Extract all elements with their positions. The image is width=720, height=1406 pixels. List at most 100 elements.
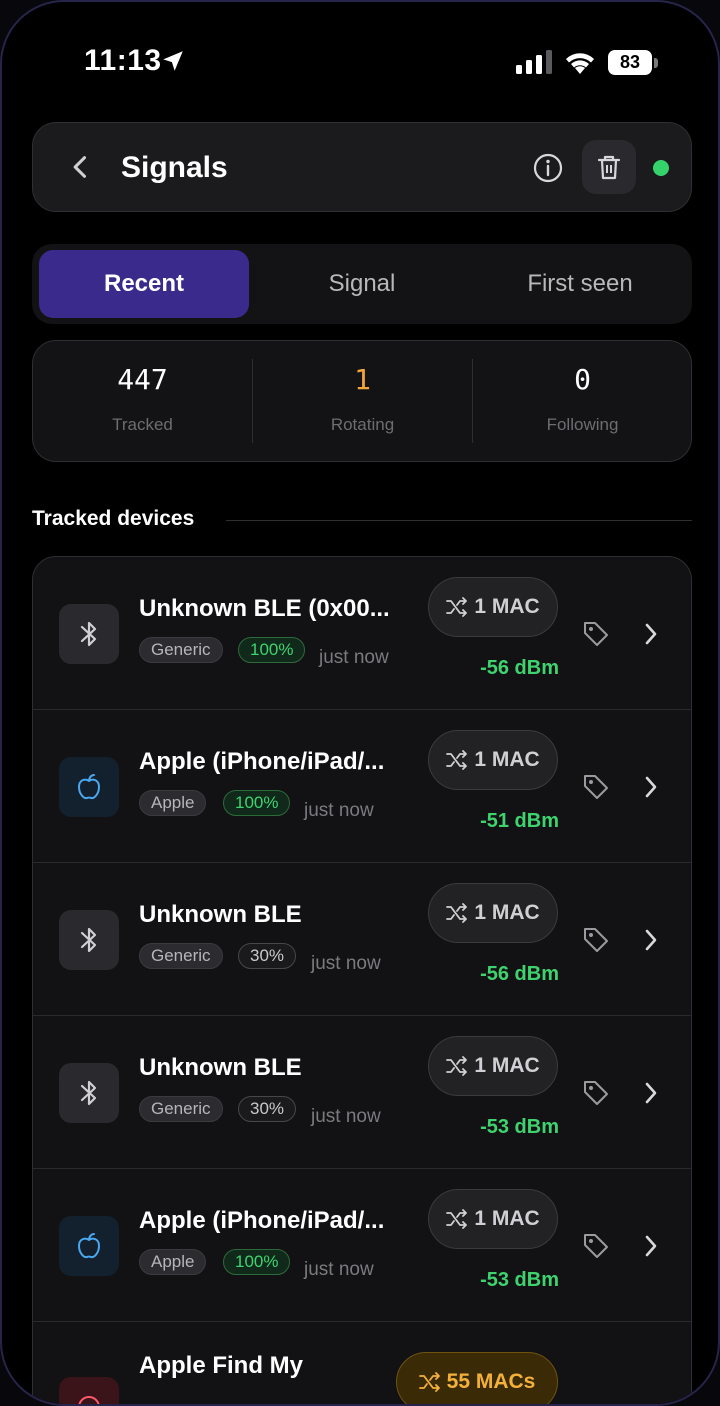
mac-count-pill[interactable]: 1 MAC — [428, 1036, 558, 1096]
confidence-badge: 100% — [223, 790, 291, 816]
battery-indicator: 83 — [608, 50, 652, 75]
section-divider — [226, 520, 692, 521]
last-seen: just now — [304, 1259, 374, 1280]
mac-count: 1 MAC — [474, 901, 540, 924]
shuffle-icon — [446, 597, 468, 617]
last-seen: just now — [319, 647, 389, 668]
bluetooth-icon — [80, 1080, 97, 1106]
tab-recent[interactable]: Recent — [39, 250, 249, 318]
mac-count: 1 MAC — [474, 1207, 540, 1230]
shuffle-icon — [446, 750, 468, 770]
chevron-right-icon[interactable] — [639, 927, 663, 953]
device-name: Apple (iPhone/iPad/... — [139, 1207, 385, 1234]
tab-first-seen[interactable]: First seen — [475, 250, 685, 318]
apple-icon — [78, 774, 100, 800]
stats-panel: 447 Tracked 1 Rotating 0 Following — [32, 340, 692, 462]
bluetooth-icon — [80, 621, 97, 647]
vendor-badge: Generic — [139, 943, 223, 969]
header-bar: Signals — [32, 122, 692, 212]
tab-signal[interactable]: Signal — [257, 250, 467, 318]
stat-label: Rotating — [330, 415, 395, 434]
confidence-badge: 100% — [238, 637, 306, 663]
findmy-icon — [78, 1396, 100, 1404]
device-name: Unknown BLE — [139, 1054, 302, 1081]
tag-icon[interactable] — [581, 1078, 611, 1108]
stat-rotating: 1 Rotating — [253, 341, 472, 461]
mac-count: 55 MACs — [446, 1370, 536, 1393]
wifi-icon — [566, 53, 594, 74]
bluetooth-icon — [80, 927, 97, 953]
last-seen: just now — [311, 1106, 381, 1127]
mac-count-pill[interactable]: 1 MAC — [428, 883, 558, 943]
confidence-badge: 30% — [238, 943, 297, 969]
shuffle-icon — [418, 1372, 440, 1392]
delete-button[interactable] — [582, 140, 636, 194]
chevron-right-icon[interactable] — [639, 1080, 663, 1106]
rssi-value: -53 dBm — [480, 1116, 559, 1138]
trash-icon — [597, 155, 621, 180]
device-name: Unknown BLE — [139, 901, 302, 928]
stat-value: 1 — [354, 363, 371, 396]
shuffle-icon — [446, 903, 468, 923]
tag-icon[interactable] — [581, 925, 611, 955]
rssi-value: -53 dBm — [480, 1269, 559, 1291]
device-name: Unknown BLE (0x00... — [139, 595, 390, 622]
device-icon-tile — [59, 1216, 119, 1276]
device-list: Unknown BLE (0x00... Generic 100% just n… — [32, 556, 692, 1404]
stat-label: Following — [546, 415, 619, 434]
tag-icon[interactable] — [581, 1231, 611, 1261]
mac-count: 1 MAC — [474, 1054, 540, 1077]
chevron-right-icon[interactable] — [639, 621, 663, 647]
mac-count-pill[interactable]: 1 MAC — [428, 577, 558, 637]
last-seen: just now — [304, 800, 374, 821]
chevron-right-icon[interactable] — [639, 1233, 663, 1259]
rssi-value: -51 dBm — [480, 810, 559, 832]
last-seen: just now — [311, 953, 381, 974]
tag-icon[interactable] — [581, 772, 611, 802]
mac-count: 1 MAC — [474, 748, 540, 771]
stat-tracked: 447 Tracked — [33, 341, 252, 461]
mac-count-pill[interactable]: 55 MACs — [396, 1352, 558, 1404]
rssi-value: -56 dBm — [480, 963, 559, 985]
mac-count: 1 MAC — [474, 595, 540, 618]
vendor-badge: Generic — [139, 637, 223, 663]
section-title: Tracked devices — [32, 507, 195, 530]
mac-count-pill[interactable]: 1 MAC — [428, 730, 558, 790]
stat-following: 0 Following — [473, 341, 692, 461]
status-bar: 11:13 83 — [2, 2, 718, 112]
rssi-value: -56 dBm — [480, 657, 559, 679]
mac-count-pill[interactable]: 1 MAC — [428, 1189, 558, 1249]
device-row[interactable]: Apple (iPhone/iPad/... Apple 100% just n… — [33, 1169, 691, 1322]
device-icon-tile — [59, 1063, 119, 1123]
vendor-badge: Generic — [139, 1096, 223, 1122]
phone-screen: 11:13 83 Signals Recent Signal First see… — [0, 0, 720, 1406]
info-icon[interactable] — [531, 151, 565, 185]
back-chevron-icon[interactable] — [67, 153, 95, 181]
vendor-badge: Apple — [139, 790, 207, 816]
device-icon-tile — [59, 1377, 119, 1404]
battery-cap — [654, 58, 658, 68]
status-time: 11:13 — [84, 44, 162, 77]
apple-icon — [78, 1233, 100, 1259]
device-icon-tile — [59, 757, 119, 817]
confidence-badge: 30% — [238, 1096, 297, 1122]
confidence-badge: 100% — [223, 1249, 291, 1275]
device-row[interactable]: Apple (iPhone/iPad/... Apple 100% just n… — [33, 710, 691, 863]
chevron-right-icon[interactable] — [639, 774, 663, 800]
tag-icon[interactable] — [581, 619, 611, 649]
device-row[interactable]: Unknown BLE Generic 30% just now 1 MAC -… — [33, 863, 691, 1016]
device-row[interactable]: Unknown BLE (0x00... Generic 100% just n… — [33, 557, 691, 710]
page-title: Signals — [121, 151, 228, 184]
device-row[interactable]: Apple Find My 55 MACs — [33, 1322, 691, 1404]
online-status-dot — [653, 160, 669, 176]
device-row[interactable]: Unknown BLE Generic 30% just now 1 MAC -… — [33, 1016, 691, 1169]
stat-label: Tracked — [112, 415, 173, 434]
shuffle-icon — [446, 1056, 468, 1076]
sort-tabs: Recent Signal First seen — [32, 244, 692, 324]
device-icon-tile — [59, 604, 119, 664]
shuffle-icon — [446, 1209, 468, 1229]
stat-value: 0 — [574, 363, 591, 396]
device-name: Apple (iPhone/iPad/... — [139, 748, 385, 775]
cellular-signal-icon — [516, 50, 552, 74]
stat-value: 447 — [117, 363, 168, 396]
